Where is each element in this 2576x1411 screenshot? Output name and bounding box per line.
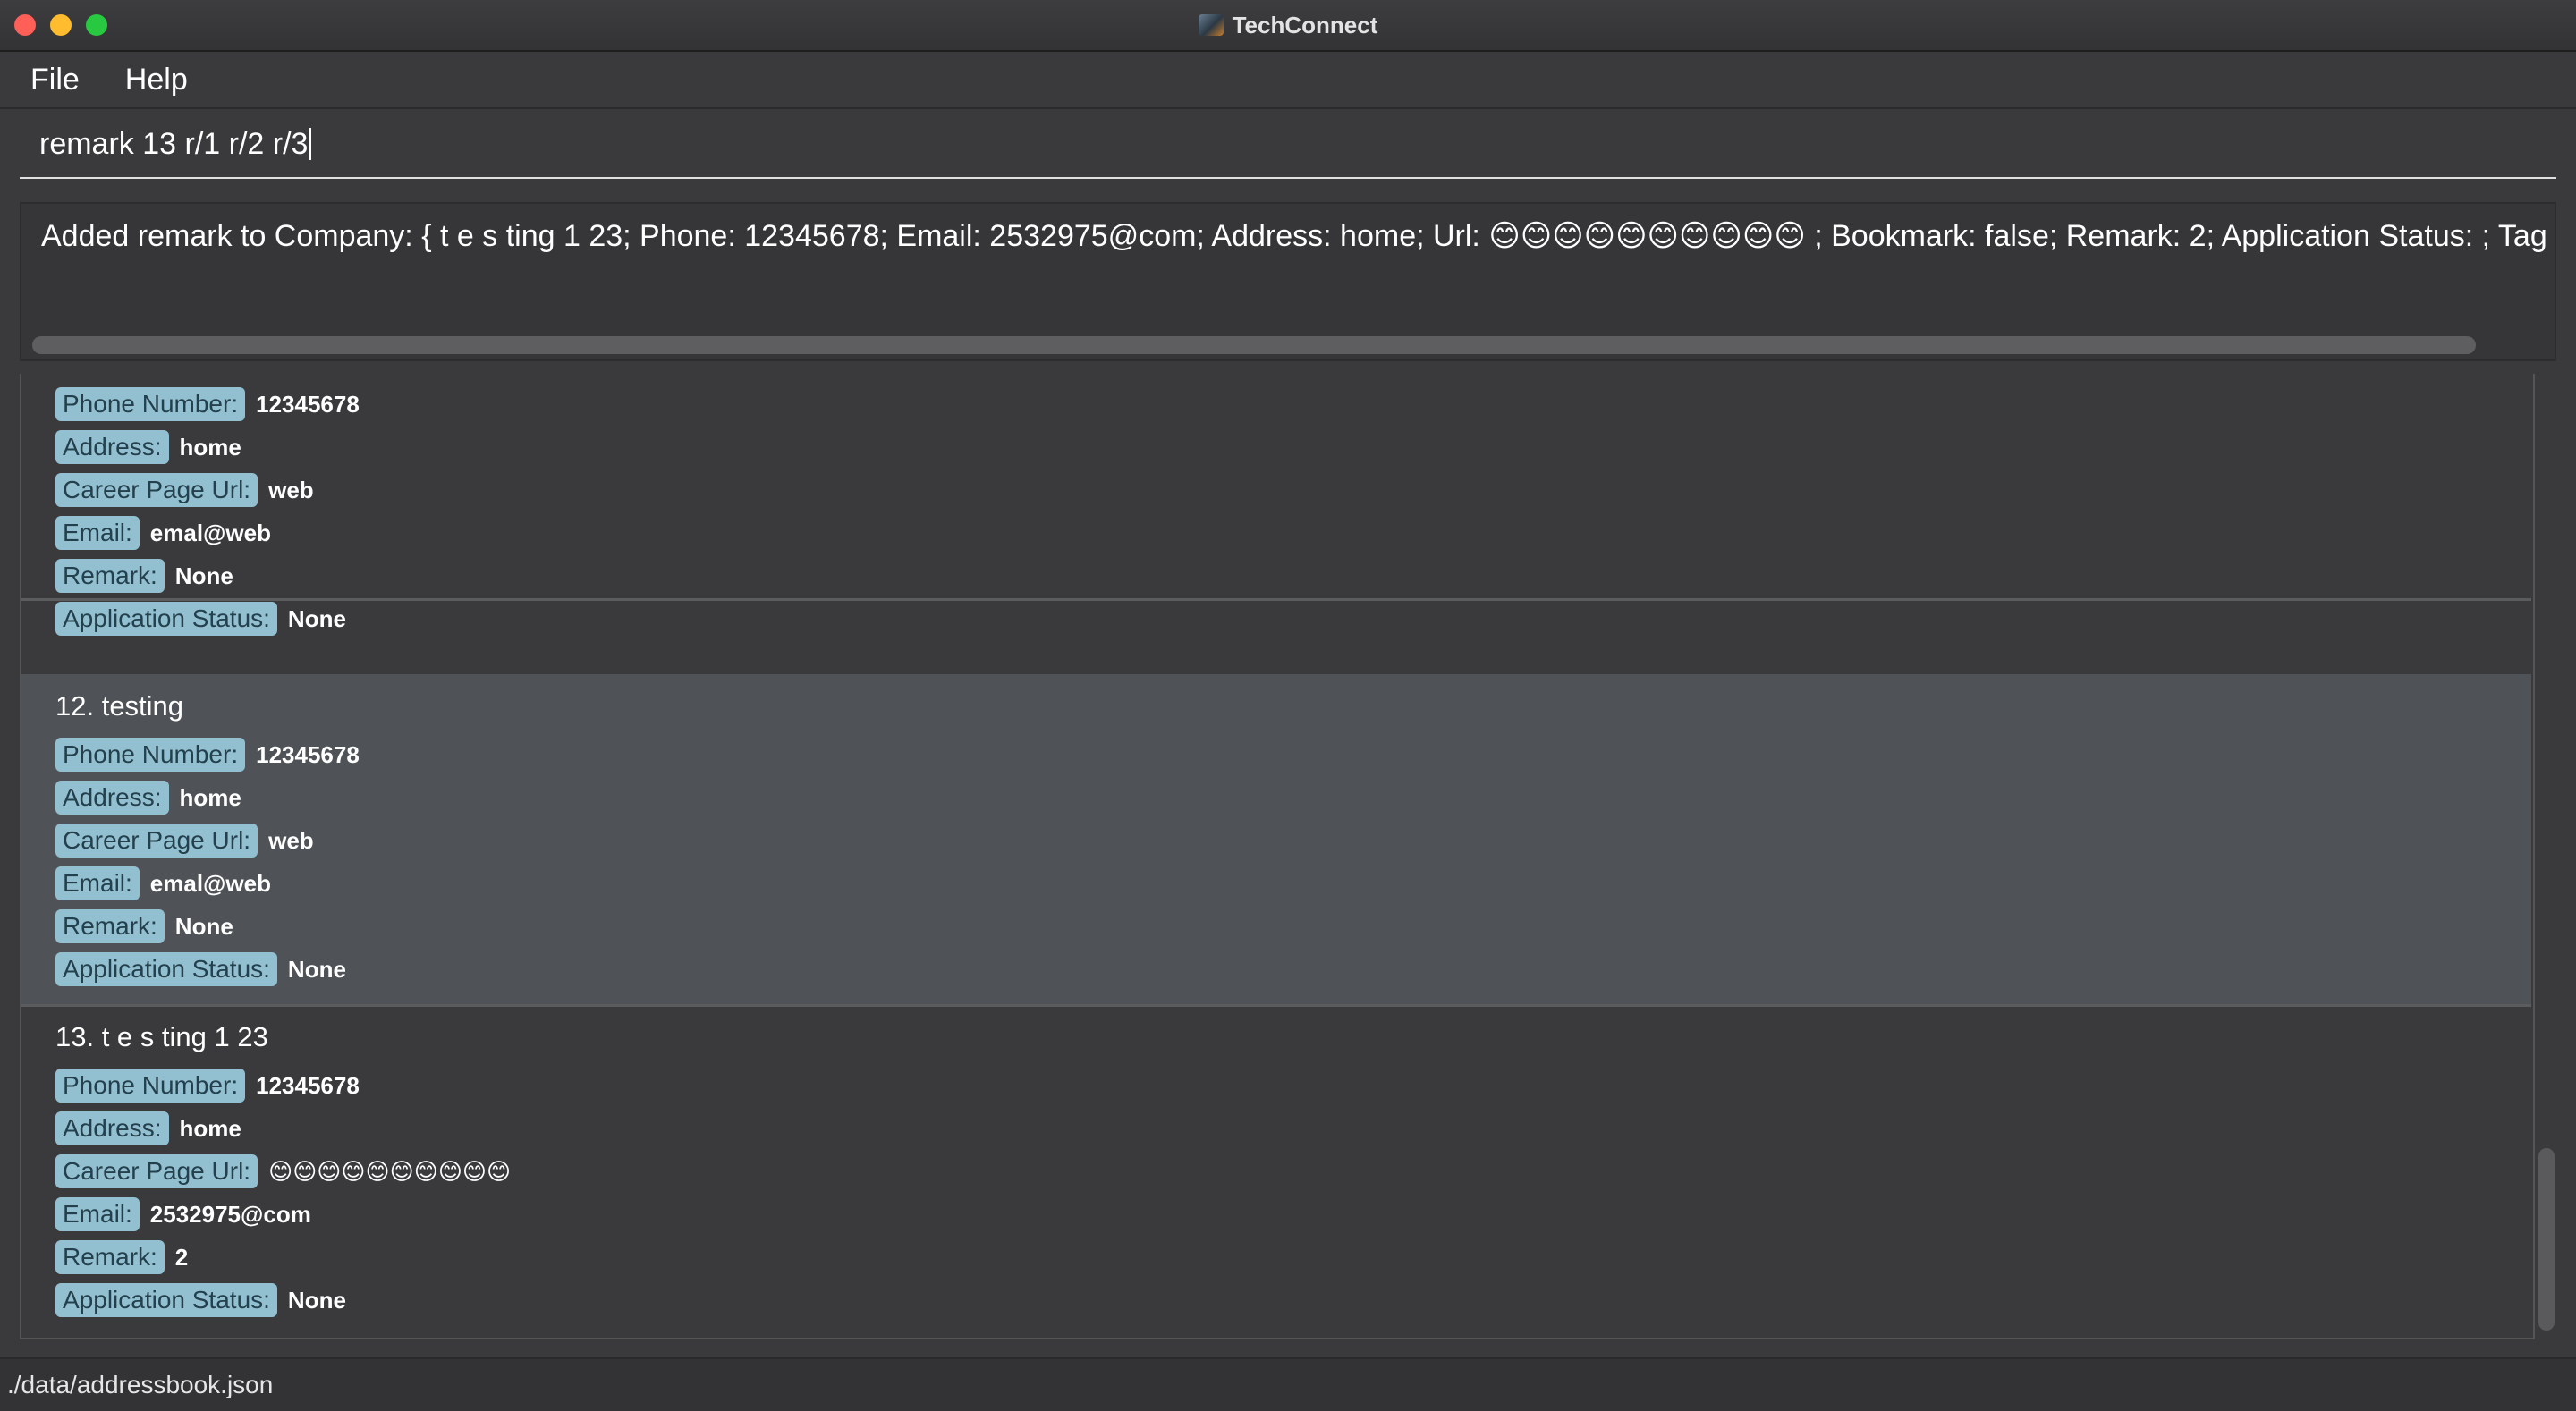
company-name: 13. t e s ting 1 23 bbox=[55, 1021, 268, 1052]
command-input-text: remark 13 r/1 r/2 r/3 bbox=[39, 126, 309, 161]
result-display: Added remark to Company: { t e s ting 1 … bbox=[20, 202, 2556, 361]
address-label: Address: bbox=[55, 1111, 169, 1145]
status-field: Application Status: None bbox=[55, 951, 346, 987]
company-card[interactable]: Phone Number: 12345678 Address: home Car… bbox=[21, 374, 2531, 636]
phone-label: Phone Number: bbox=[55, 387, 246, 421]
status-label: Application Status: bbox=[55, 602, 277, 636]
address-value: home bbox=[179, 433, 242, 460]
url-label: Career Page Url: bbox=[55, 1154, 258, 1188]
email-label: Email: bbox=[55, 516, 140, 550]
phone-field: Phone Number: 12345678 bbox=[55, 737, 360, 773]
company-card[interactable]: 13. t e s ting 1 23 Phone Number: 123456… bbox=[21, 1007, 2531, 1338]
horizontal-scrollbar[interactable] bbox=[32, 336, 2476, 354]
company-list[interactable]: Phone Number: 12345678 Address: home Car… bbox=[20, 374, 2535, 1339]
address-value: home bbox=[179, 783, 242, 811]
address-field: Address: home bbox=[55, 429, 242, 465]
status-field: Application Status: None bbox=[55, 601, 346, 637]
email-value: 2532975@com bbox=[149, 1200, 311, 1228]
address-field: Address: home bbox=[55, 1111, 242, 1146]
remark-value: None bbox=[174, 912, 233, 940]
email-field: Email: emal@web bbox=[55, 515, 271, 551]
app-icon bbox=[1198, 14, 1224, 36]
status-label: Application Status: bbox=[55, 952, 277, 986]
title-bar: TechConnect bbox=[0, 0, 2576, 52]
menu-bar: File Help bbox=[0, 52, 2576, 109]
url-value: 😊😊😊😊😊😊😊😊😊😊 bbox=[268, 1157, 512, 1185]
url-field: Career Page Url: web bbox=[55, 472, 314, 508]
phone-label: Phone Number: bbox=[55, 738, 246, 772]
remark-label: Remark: bbox=[55, 1240, 165, 1274]
url-label: Career Page Url: bbox=[55, 473, 258, 507]
email-value: emal@web bbox=[149, 519, 271, 546]
result-message: Added remark to Company: { t e s ting 1 … bbox=[41, 219, 2547, 253]
text-caret bbox=[309, 128, 312, 160]
command-input[interactable]: remark 13 r/1 r/2 r/3 bbox=[20, 111, 2556, 179]
remark-value: 2 bbox=[174, 1243, 189, 1271]
remark-field: Remark: None bbox=[55, 558, 233, 594]
status-value: None bbox=[287, 604, 346, 632]
vertical-scrollbar[interactable] bbox=[2538, 1148, 2555, 1331]
url-field: Career Page Url: 😊😊😊😊😊😊😊😊😊😊 bbox=[55, 1153, 511, 1189]
status-bar: ./data/addressbook.json bbox=[0, 1357, 2576, 1411]
company-card-selected[interactable]: 12. testing Phone Number: 12345678 Addre… bbox=[21, 674, 2531, 1007]
email-label: Email: bbox=[55, 1197, 140, 1231]
window-title: TechConnect bbox=[0, 0, 2576, 50]
email-value: emal@web bbox=[149, 869, 271, 897]
url-field: Career Page Url: web bbox=[55, 823, 314, 858]
address-value: home bbox=[179, 1114, 242, 1142]
phone-field: Phone Number: 12345678 bbox=[55, 386, 360, 422]
status-value: None bbox=[287, 1286, 346, 1314]
remark-value: None bbox=[174, 562, 233, 589]
status-value: None bbox=[287, 955, 346, 983]
address-label: Address: bbox=[55, 430, 169, 464]
email-label: Email: bbox=[55, 866, 140, 900]
remark-label: Remark: bbox=[55, 559, 165, 593]
remark-label: Remark: bbox=[55, 909, 165, 943]
address-label: Address: bbox=[55, 781, 169, 815]
email-field: Email: emal@web bbox=[55, 866, 271, 901]
email-field: Email: 2532975@com bbox=[55, 1196, 311, 1232]
window-title-text: TechConnect bbox=[1232, 11, 1378, 38]
address-field: Address: home bbox=[55, 780, 242, 815]
remark-field: Remark: None bbox=[55, 908, 233, 944]
company-name: 12. testing bbox=[55, 690, 184, 722]
url-value: web bbox=[268, 476, 314, 503]
menu-file[interactable]: File bbox=[0, 63, 95, 97]
save-location: ./data/addressbook.json bbox=[7, 1371, 274, 1398]
status-field: Application Status: None bbox=[55, 1282, 346, 1318]
phone-field: Phone Number: 12345678 bbox=[55, 1068, 360, 1103]
phone-value: 12345678 bbox=[256, 740, 360, 768]
phone-value: 12345678 bbox=[256, 390, 360, 418]
remark-field: Remark: 2 bbox=[55, 1239, 188, 1275]
url-value: web bbox=[268, 826, 314, 854]
menu-help[interactable]: Help bbox=[95, 63, 203, 97]
phone-value: 12345678 bbox=[256, 1071, 360, 1099]
phone-label: Phone Number: bbox=[55, 1069, 246, 1103]
url-label: Career Page Url: bbox=[55, 824, 258, 858]
status-label: Application Status: bbox=[55, 1283, 277, 1317]
